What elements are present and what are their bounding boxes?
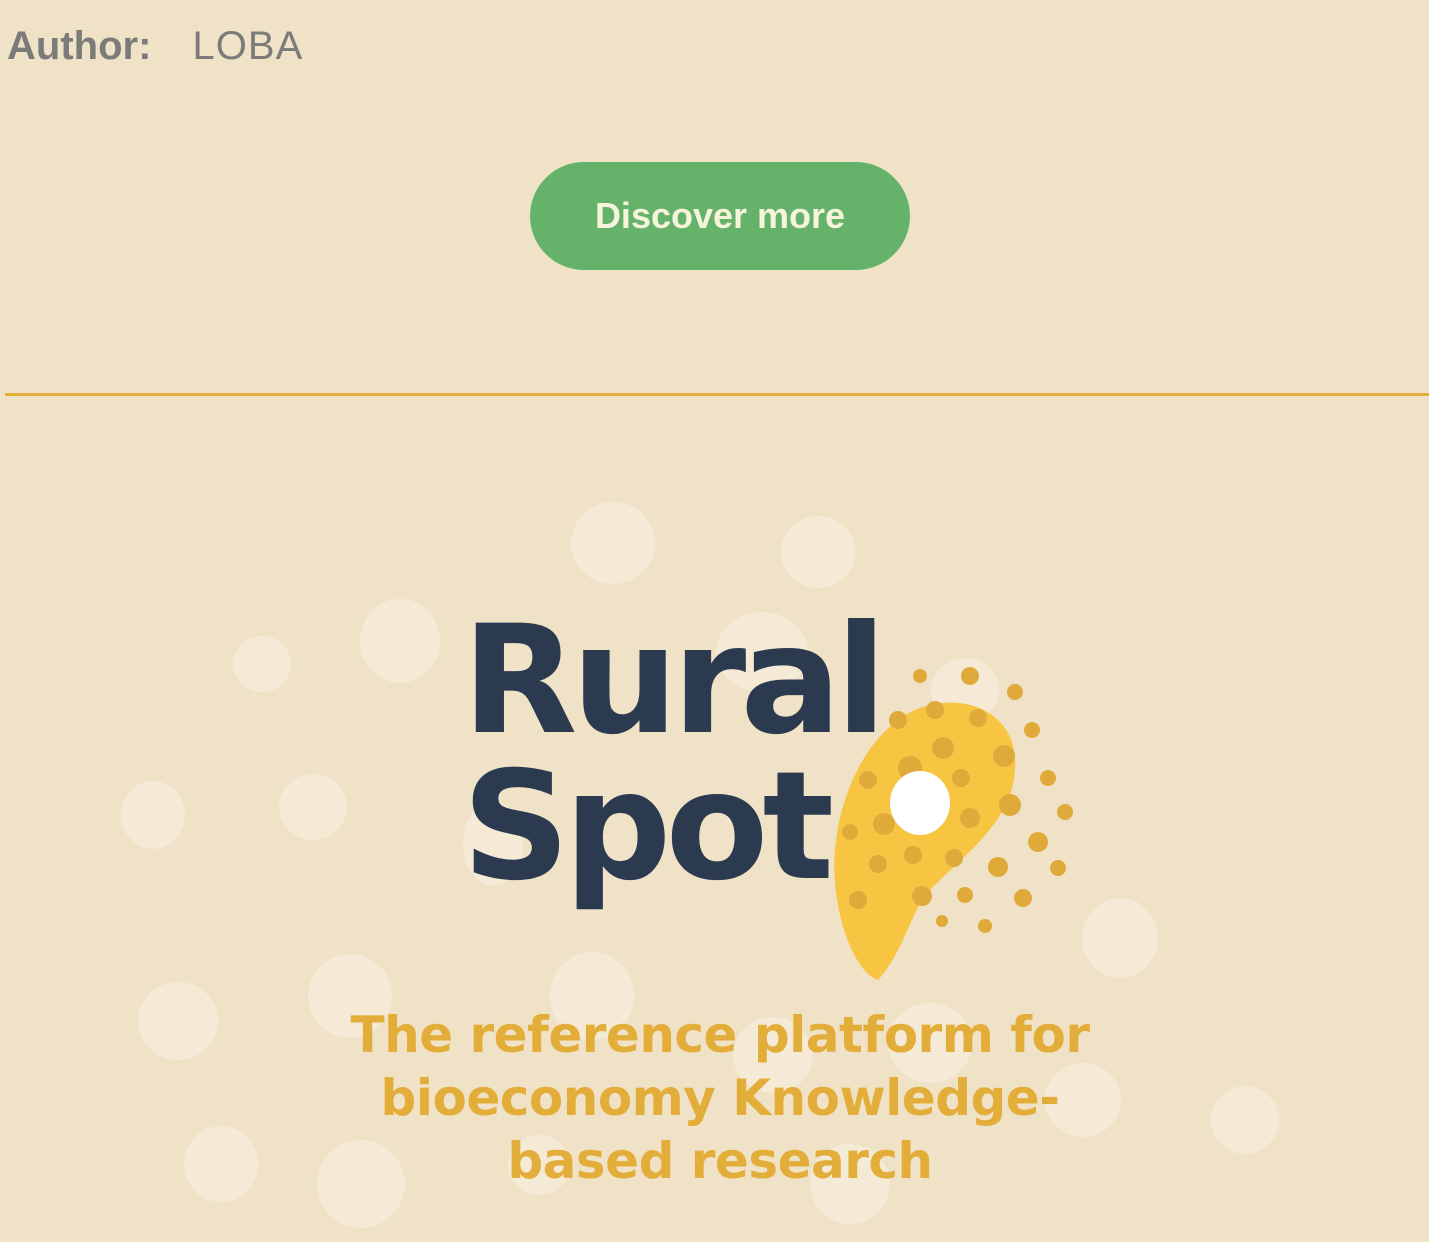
author-name: LOBA [192,24,304,68]
logo-word-spot: Spot [462,740,834,914]
discover-more-button[interactable]: Discover more [530,162,910,270]
tagline: The reference platform for bioeconomy Kn… [350,1006,1090,1190]
location-pin-icon [834,667,1073,980]
author-label: Author: [7,24,152,68]
page: Author: LOBA Discover more Rural Spot Th… [0,0,1429,1242]
logo-word-rural: Rural [462,594,887,768]
section-divider [5,393,1429,396]
author-line: Author: LOBA [7,22,303,70]
